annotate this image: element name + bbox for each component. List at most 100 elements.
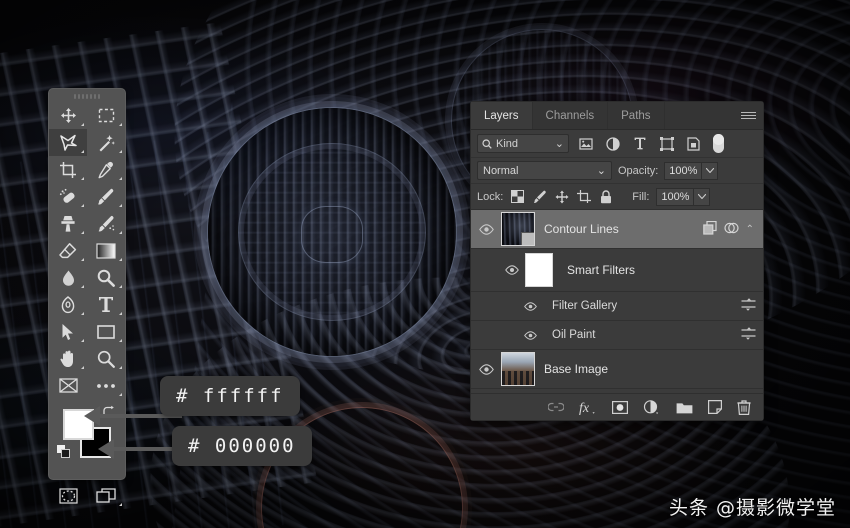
lock-transparent-pixels-icon[interactable] [510,189,525,204]
filter-shape-icon[interactable] [656,134,677,153]
layers-list[interactable]: Contour Lines ⌃ Smart Filters Filter Gal… [471,210,763,393]
layer-style-button[interactable]: fx [579,400,597,415]
history-brush-tool[interactable] [87,210,125,237]
link-layers-button[interactable] [548,402,564,412]
magic-wand-tool[interactable] [87,129,125,156]
clone-stamp-tool[interactable] [49,210,87,237]
flyout-triangle-icon [119,177,122,180]
fill-label: Fill: [632,190,650,203]
flyout-triangle-icon [81,366,84,369]
foreground-hex-callout: # ffffff [160,376,300,416]
flyout-triangle-icon [119,231,122,234]
layer-name[interactable]: Filter Gallery [552,300,617,312]
quick-mask-button[interactable] [49,482,87,509]
layer-name[interactable]: Contour Lines [544,222,619,236]
lock-position-icon[interactable] [554,189,569,204]
filter-pixel-icon[interactable] [575,134,596,153]
opacity-stepper-chevron-icon[interactable] [702,161,719,180]
filter-smartobject-icon[interactable] [683,134,704,153]
delete-layer-button[interactable] [737,399,751,415]
filter-options-icon[interactable] [741,298,756,314]
lock-artboard-nesting-icon[interactable] [576,189,591,204]
layers-panel-tabs: Layers Channels Paths [471,102,763,130]
filter-type-icon[interactable] [629,134,650,153]
edit-toolbar-button[interactable] [49,372,87,399]
layer-name[interactable]: Smart Filters [567,263,635,277]
flyout-triangle-icon [119,204,122,207]
rectangular-marquee-tool[interactable] [87,102,125,129]
layer-thumbnail[interactable] [501,212,535,246]
background-hex-callout: # 000000 [172,426,312,466]
eraser-tool[interactable] [49,237,87,264]
flyout-triangle-icon [81,339,84,342]
tab-channels[interactable]: Channels [533,102,609,129]
layer-thumbnail[interactable] [501,352,535,386]
chevron-down-icon: ⌄ [554,138,564,150]
horizontal-type-tool[interactable] [87,291,125,318]
blur-tool[interactable] [49,264,87,291]
layer-visibility-toggle[interactable] [471,363,501,375]
smart-object-icon[interactable] [702,220,717,238]
layer-name[interactable]: Base Image [544,362,608,376]
layers-panel[interactable]: Layers Channels Paths Kind ⌄ Normal ⌄ Op… [470,101,764,421]
gradient-tool[interactable] [87,237,125,264]
dodge-tool[interactable] [87,264,125,291]
opacity-input[interactable]: 100% [664,161,703,180]
flyout-triangle-icon [81,177,84,180]
smart-object-badge-icon [521,232,534,245]
brush-tool[interactable] [87,183,125,210]
adjustment-layer-button[interactable] [643,399,661,415]
flyout-triangle-icon [119,339,122,342]
rectangle-tool[interactable] [87,318,125,345]
default-colors-icon[interactable] [57,445,70,463]
layer-filter-toggle[interactable] [713,134,724,153]
tab-layers[interactable]: Layers [471,102,533,129]
smart-filter-mask-thumbnail[interactable] [525,253,553,287]
more-tools-button[interactable] [87,372,125,399]
tab-paths[interactable]: Paths [608,102,665,129]
filter-mask-icon[interactable] [724,221,739,238]
flyout-triangle-icon [81,123,84,126]
layer-visibility-toggle[interactable] [471,223,501,235]
panel-menu-icon[interactable] [741,102,756,129]
watermark: 头条 @摄影微学堂 [668,497,836,519]
zoom-tool[interactable] [87,345,125,372]
crop-tool[interactable] [49,156,87,183]
lasso-tool[interactable] [49,129,87,156]
collapse-chevron-icon[interactable]: ⌃ [746,224,756,235]
layer-visibility-toggle[interactable] [517,330,543,340]
flyout-triangle-icon [119,285,122,288]
lock-all-icon[interactable] [598,189,613,204]
screen-mode-button[interactable] [87,482,125,509]
layer-visibility-toggle[interactable] [499,265,525,275]
fill-input[interactable]: 100% [656,187,695,206]
table-row[interactable]: Smart Filters [471,249,763,292]
hand-tool[interactable] [49,345,87,372]
new-group-button[interactable] [676,401,693,414]
tools-panel-drag-handle[interactable] [49,91,125,102]
flyout-triangle-icon [81,150,84,153]
move-tool[interactable] [49,102,87,129]
table-row[interactable]: Oil Paint [471,321,763,350]
fill-stepper-chevron-icon[interactable] [694,187,711,206]
pen-tool[interactable] [49,291,87,318]
filter-options-icon[interactable] [741,327,756,343]
layer-visibility-toggle[interactable] [517,301,543,311]
filter-adjustment-icon[interactable] [602,134,623,153]
new-layer-button[interactable] [708,400,722,414]
spot-healing-brush-tool[interactable] [49,183,87,210]
layer-row-icons [741,298,763,314]
filter-kind-select[interactable]: Kind ⌄ [477,134,569,153]
path-selection-tool[interactable] [49,318,87,345]
table-row[interactable]: Contour Lines ⌃ [471,210,763,249]
layer-mask-button[interactable] [612,400,628,414]
svg-text:fx: fx [579,401,590,415]
eyedropper-tool[interactable] [87,156,125,183]
table-row[interactable]: Filter Gallery [471,292,763,321]
flyout-triangle-icon [119,258,122,261]
layers-panel-footer: fx [471,393,763,420]
layer-name[interactable]: Oil Paint [552,329,595,341]
blend-mode-select[interactable]: Normal ⌄ [477,161,612,180]
lock-image-pixels-icon[interactable] [532,189,547,204]
table-row[interactable]: Base Image [471,350,763,389]
